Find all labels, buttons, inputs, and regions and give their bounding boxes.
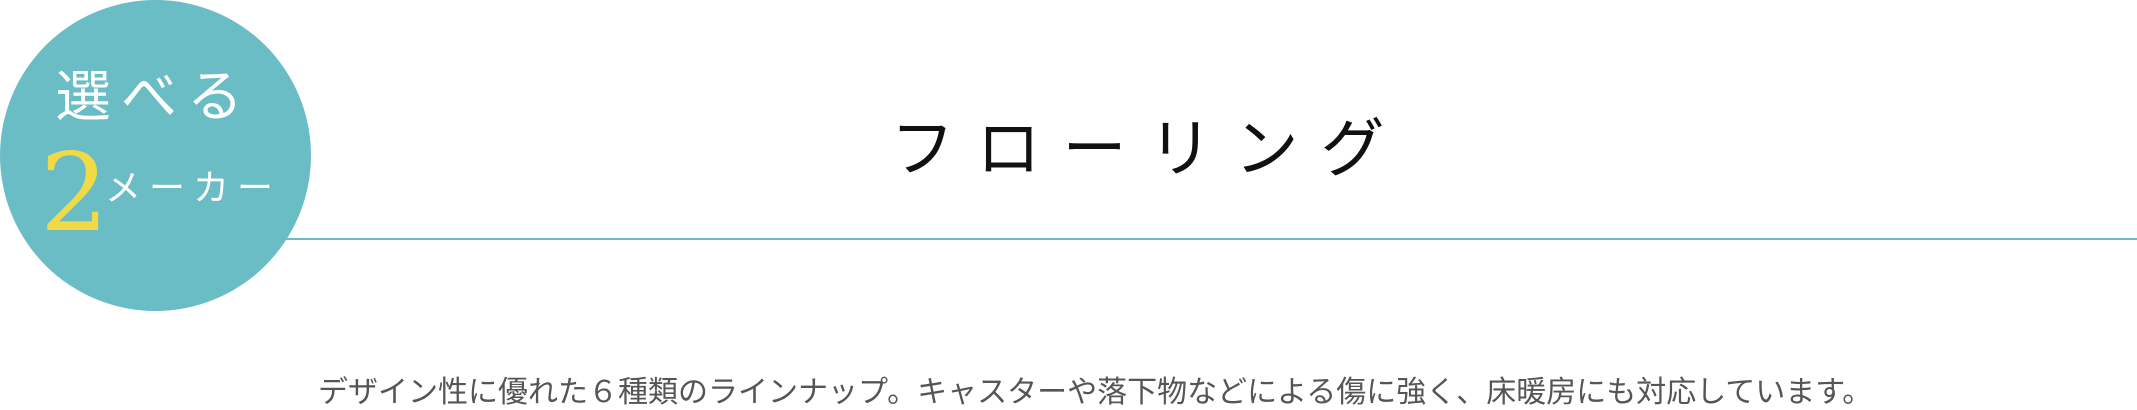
title-divider	[240, 238, 2137, 240]
badge-label-top: 選べる	[55, 65, 253, 130]
badge-number: 2	[40, 131, 109, 256]
section-title: フローリング	[890, 113, 1407, 187]
section-description: デザイン性に優れた６種類のラインナップ。キャスターや落下物などによる傷に強く、床…	[318, 375, 1873, 410]
badge-label-bottom: メーカー	[105, 168, 282, 209]
maker-badge: 選べる 2 メーカー	[0, 0, 311, 311]
